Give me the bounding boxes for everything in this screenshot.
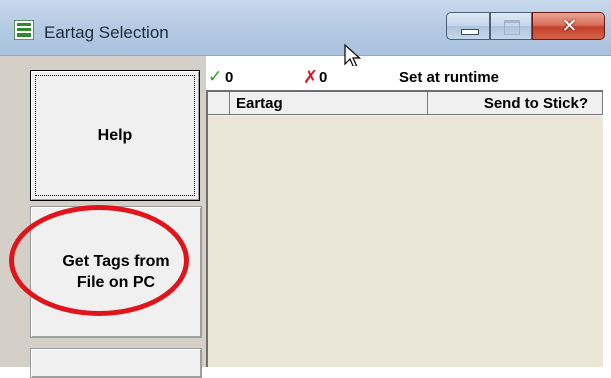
close-icon: ✕ — [561, 15, 578, 37]
highlight-ellipse — [9, 205, 189, 316]
help-button-label: Help — [97, 127, 133, 144]
runtime-status-text: Set at runtime — [399, 69, 500, 86]
row-selector-header[interactable] — [208, 92, 230, 115]
column-header-eartag[interactable]: Eartag — [230, 92, 428, 115]
window-title: Eartag Selection — [44, 23, 169, 42]
minimize-icon — [461, 29, 479, 35]
title-bar[interactable]: Eartag Selection ✕ — [0, 0, 611, 56]
error-count: 0 — [319, 69, 328, 86]
eartag-grid[interactable]: Eartag Send to Stick? — [206, 90, 603, 367]
column-header-send-to-stick[interactable]: Send to Stick? — [428, 92, 603, 115]
help-button[interactable]: Help — [30, 70, 200, 201]
cross-icon: ✗ — [303, 67, 319, 88]
maximize-icon — [504, 20, 520, 35]
ok-count: 0 — [225, 69, 234, 86]
check-icon: ✓ — [208, 67, 223, 87]
minimize-button[interactable] — [446, 12, 490, 40]
eartag-app-icon — [14, 20, 34, 40]
sidebar-button-partial[interactable] — [30, 348, 202, 378]
maximize-button[interactable] — [490, 12, 532, 40]
close-button[interactable]: ✕ — [532, 12, 605, 40]
grid-header: Eartag Send to Stick? — [208, 92, 603, 116]
window-controls: ✕ — [446, 12, 605, 42]
status-bar: ✓ 0 ✗ 0 Set at runtime — [206, 66, 611, 89]
